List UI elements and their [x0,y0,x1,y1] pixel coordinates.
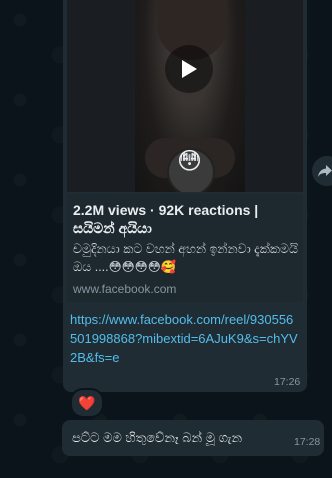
link-preview-description: චමුදිනයා කට වහන් අහන් ඉන්නවා දැක්කමයි ඔය… [73,242,298,274]
link-preview-title: 2.2M views · 92K reactions | [73,202,259,218]
play-icon[interactable] [165,45,213,93]
reaction-heart-icon[interactable]: ❤️ [70,388,104,418]
sticker-emoji: 😳 [177,148,203,175]
link-preview-domain: www.facebook.com [73,282,177,296]
video-thumbnail[interactable]: 😳 [67,0,303,192]
message-timestamp: 17:26 [274,376,301,388]
message-url-link[interactable]: https://www.facebook.com/reel/9305565019… [70,310,300,367]
link-preview-subtitle: සයිමන් අයියා [73,220,152,236]
message-timestamp: 17:28 [294,436,321,448]
message-text: පට්ට මම හිතුවේනෑ බන් මූ ගැන [72,430,243,445]
